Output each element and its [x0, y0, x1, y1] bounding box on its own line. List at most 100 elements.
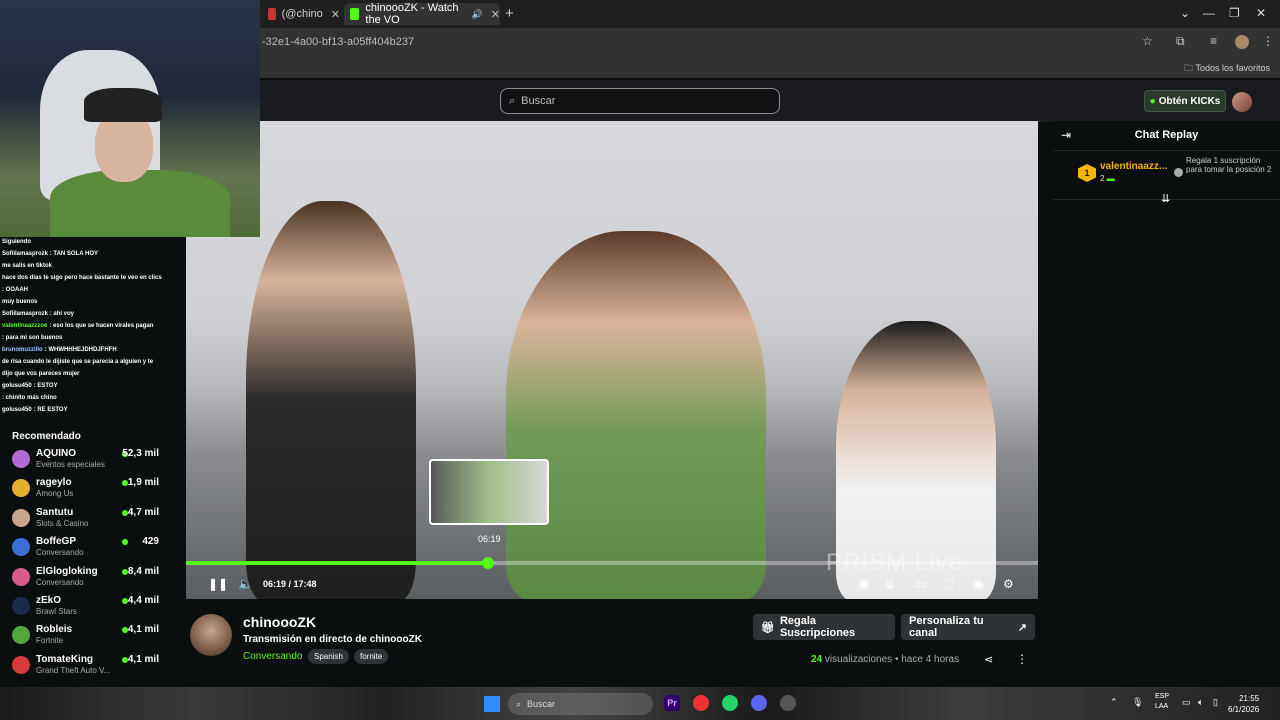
- recommended-channel[interactable]: AQUINO Eventos especiales 52,3 mil: [0, 445, 186, 474]
- maximize-icon[interactable]: ❐: [1229, 6, 1240, 20]
- recommended-channel[interactable]: ElGlogloking Conversando 8,4 mil: [0, 563, 186, 592]
- channel-avatar: [12, 567, 30, 586]
- settings-gear-icon[interactable]: ⚙: [1003, 577, 1014, 591]
- video-person-left: [246, 201, 416, 599]
- overlay-chat-line: : chinito más chino: [2, 395, 57, 401]
- recommended-channel[interactable]: rageylo Among Us 1,9 mil: [0, 474, 186, 503]
- battery-icon[interactable]: ▯: [1213, 697, 1218, 708]
- all-bookmarks-link[interactable]: 🗀 Todos los favoritos: [1184, 61, 1270, 77]
- user-avatar[interactable]: [1232, 92, 1252, 112]
- speed-icon[interactable]: ◉: [973, 577, 983, 591]
- url-field[interactable]: -32e1-4a00-bf13-a05ff404b237: [262, 36, 414, 48]
- get-kicks-button[interactable]: ● Obtén KICKs: [1144, 90, 1226, 112]
- channel-category: Slots & Casino: [36, 518, 89, 528]
- scrubber-handle[interactable]: [482, 557, 495, 569]
- fullscreen-icon[interactable]: ⛶: [945, 577, 953, 592]
- recommended-channel[interactable]: zEkO Brawl Stars 4,4 mil: [0, 592, 186, 621]
- language-indicator[interactable]: ESP LAA: [1155, 692, 1169, 712]
- viewer-count: 429: [142, 536, 159, 548]
- channel-name: AQUINO: [36, 448, 76, 459]
- premiere-icon[interactable]: Pr: [664, 695, 680, 711]
- channel-category: Fortnite: [36, 636, 64, 646]
- app-icon[interactable]: [780, 695, 796, 711]
- search-icon: ⌕: [509, 94, 516, 107]
- overlay-chat-line: Siguiendo: [2, 239, 33, 245]
- video-player[interactable]: 06:19 PRISM Live ❚❚ 🔈 06:19 / 17:48 ▣ ⧈ …: [186, 121, 1038, 599]
- recommended-channel[interactable]: Robleis Fortnite 4,1 mil: [0, 621, 186, 650]
- taskbar-search[interactable]: ⌕ Buscar: [508, 693, 653, 715]
- overlay-chat-text: Sofiilamasprozk : TAN SOLA HOY: [2, 251, 99, 257]
- clock-time: 21:55: [1239, 694, 1260, 703]
- speaker-icon[interactable]: 🔊: [472, 9, 483, 20]
- recommended-channel[interactable]: Santutu Slots & Casino 4,7 mil: [0, 504, 186, 533]
- rank-badge: 1: [1078, 164, 1096, 182]
- channel-name: zEkO: [36, 595, 62, 606]
- recommended-channel[interactable]: TomateKing Grand Theft Auto V... 4,1 mil: [0, 651, 186, 680]
- folder-icon: 🗀: [1184, 63, 1196, 73]
- seek-preview-time: 06:19: [478, 534, 501, 544]
- gift-icon: ▬: [1106, 174, 1115, 183]
- profile-icon[interactable]: [1235, 35, 1249, 49]
- extensions-icon[interactable]: ⧉: [1176, 34, 1185, 49]
- viewer-count: 4,1 mil: [127, 653, 159, 665]
- pause-icon[interactable]: ❚❚: [208, 577, 228, 591]
- minimize-icon[interactable]: —: [1203, 6, 1215, 20]
- chevron-up-icon[interactable]: ⌃: [1110, 697, 1118, 708]
- channel-name: Robleis: [36, 624, 73, 636]
- more-options-icon[interactable]: ⋮: [1016, 652, 1028, 666]
- browser-tab-inactive[interactable]: (@chino ✕: [262, 3, 340, 25]
- chat-header: ⇥ Chat Replay: [1053, 121, 1280, 151]
- tab-search-icon[interactable]: ⌄: [1180, 6, 1190, 20]
- windows-start-icon[interactable]: [484, 696, 500, 712]
- channel-avatar: [12, 655, 30, 674]
- discord-icon[interactable]: [751, 695, 767, 711]
- overlay-chat-line: : para mi son buenos: [2, 335, 62, 341]
- customize-channel-button[interactable]: Personaliza tu canal ↗: [901, 614, 1035, 640]
- clip-icon[interactable]: ⧈: [886, 577, 894, 592]
- close-icon[interactable]: ✕: [331, 8, 340, 21]
- whatsapp-icon[interactable]: [722, 695, 738, 711]
- share-icon[interactable]: ⋖: [984, 653, 993, 666]
- progress-bar[interactable]: [186, 557, 1038, 569]
- channel-name[interactable]: chinoooZK: [243, 614, 316, 630]
- overlay-chat-username: golusu450: [2, 383, 32, 389]
- network-icon[interactable]: ▭: [1182, 697, 1191, 708]
- gift-subscriptions-button[interactable]: 🎁︎ Regala Suscripciones: [753, 614, 895, 640]
- mini-player-icon[interactable]: ▣: [858, 577, 869, 591]
- gifter-username[interactable]: valentinaazz...: [1100, 161, 1167, 172]
- recommended-channel[interactable]: BoffeGP Conversando 429: [0, 533, 186, 562]
- overlay-chat-text: me salis en tiktok: [2, 263, 53, 269]
- new-tab-icon[interactable]: +: [505, 5, 514, 22]
- search-input[interactable]: ⌕ Buscar: [500, 88, 780, 114]
- clock[interactable]: 21:55 6/1/2026: [1228, 693, 1259, 715]
- channel-name: BoffeGP: [36, 536, 76, 548]
- gift-count: 2 ▬: [1100, 174, 1115, 183]
- overlay-chat-line: valentinaazzzoe: eso los que se hacen vi…: [2, 323, 153, 329]
- volume-tray-icon[interactable]: 🔈︎: [1198, 697, 1203, 708]
- overlay-chat-text: Sofiilamasprozk : ahí voy: [2, 311, 75, 317]
- bookmarks-label: Todos los favoritos: [1195, 63, 1270, 73]
- scroll-to-bottom-icon[interactable]: ⇊: [1161, 192, 1170, 205]
- bookmark-star-icon[interactable]: ☆: [1142, 34, 1153, 48]
- menu-icon[interactable]: ⋮: [1262, 34, 1274, 48]
- mic-icon[interactable]: 🎙︎: [1132, 697, 1143, 708]
- gift-cta-text[interactable]: Regala 1 suscripción para tomar la posic…: [1186, 156, 1272, 174]
- theater-mode-icon[interactable]: ▭: [915, 577, 926, 591]
- browser-tab-active[interactable]: chinoooZK - Watch the VO 🔊 ✕: [344, 2, 500, 26]
- tag-spanish[interactable]: Spanish: [308, 649, 349, 664]
- close-icon[interactable]: ✕: [491, 8, 500, 21]
- channel-category: Among Us: [36, 489, 74, 499]
- channel-info: chinoooZK Transmisión en directo de chin…: [186, 600, 1053, 687]
- close-window-icon[interactable]: ✕: [1256, 6, 1266, 20]
- tab-label: chinoooZK - Watch the VO: [365, 2, 459, 26]
- media-icon[interactable]: ≡: [1210, 34, 1217, 48]
- volume-icon[interactable]: 🔈: [238, 577, 253, 591]
- tag-fortnite[interactable]: fornite: [354, 649, 389, 664]
- overlay-chat-username: valentinaazzzoe: [2, 323, 48, 329]
- chrome-icon[interactable]: [693, 695, 709, 711]
- category-link[interactable]: Conversando: [243, 651, 302, 662]
- channel-avatar[interactable]: [190, 614, 232, 656]
- gift-subscriptions-label: Regala Suscripciones: [779, 615, 856, 639]
- gift-box-icon: 🎁︎: [761, 621, 775, 634]
- views-label: visualizaciones: [824, 654, 893, 665]
